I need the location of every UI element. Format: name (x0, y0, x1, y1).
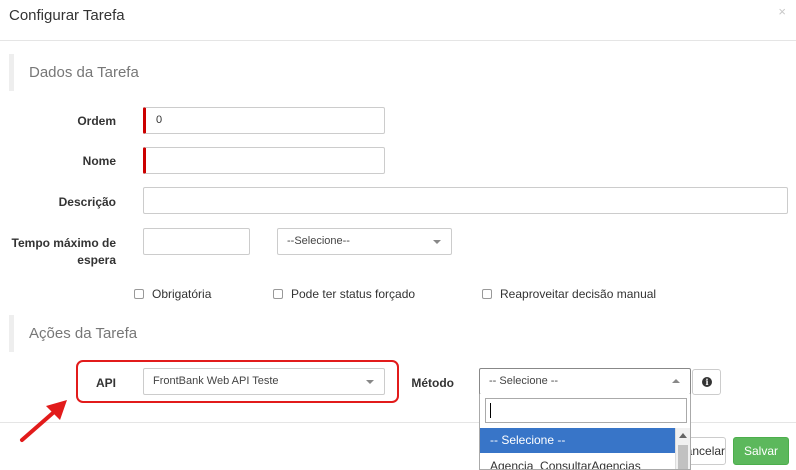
tempo-label-line1: Tempo máximo de (11, 236, 116, 250)
section-title-acoes: Ações da Tarefa (9, 315, 137, 352)
close-icon[interactable]: × (778, 4, 786, 19)
metodo-selected: -- Selecione -- (489, 375, 559, 387)
checkbox-status-forcado[interactable]: Pode ter status forçado (273, 287, 415, 301)
checkbox-label: Obrigatória (152, 287, 212, 301)
checkbox-box[interactable] (482, 289, 492, 299)
checkbox-label: Reaproveitar decisão manual (500, 287, 657, 301)
chevron-down-icon (366, 380, 374, 384)
metodo-dropdown: -- Selecione -- Agencia_ConsultarAgencia… (479, 394, 691, 470)
api-selected: FrontBank Web API Teste (153, 375, 279, 387)
checkbox-box[interactable] (273, 289, 283, 299)
descricao-input[interactable] (143, 187, 788, 214)
dropdown-option[interactable]: Agencia_ConsultarAgencias (480, 455, 676, 469)
metodo-select[interactable]: -- Selecione -- (479, 368, 691, 395)
nome-label: Nome (82, 154, 116, 168)
modal-header: Configurar Tarefa × (0, 0, 796, 41)
checkbox-box[interactable] (134, 289, 144, 299)
text-cursor (490, 403, 491, 418)
info-circle-icon: i (702, 377, 712, 387)
tempo-label: Tempo máximo de espera (6, 235, 116, 269)
scrollbar-thumb[interactable] (678, 445, 688, 469)
api-select[interactable]: FrontBank Web API Teste (143, 368, 385, 395)
tempo-input[interactable] (143, 228, 250, 255)
modal-title: Configurar Tarefa (9, 7, 125, 24)
nome-input[interactable] (143, 147, 385, 174)
checkbox-label: Pode ter status forçado (291, 287, 416, 301)
section-title-dados: Dados da Tarefa (9, 54, 139, 91)
info-button[interactable]: i (692, 369, 721, 395)
red-arrow-annotation (20, 400, 67, 442)
save-button[interactable]: Salvar (733, 437, 789, 465)
checkbox-obrigatoria[interactable]: Obrigatória (134, 287, 211, 301)
dropdown-scrollbar[interactable] (675, 428, 690, 469)
checkbox-reaproveitar-decisao[interactable]: Reaproveitar decisão manual (482, 287, 656, 301)
tempo-unit-select[interactable]: --Selecione-- (277, 228, 452, 255)
descricao-label: Descrição (58, 195, 116, 209)
ordem-input[interactable]: 0 (143, 107, 385, 134)
dropdown-option[interactable]: -- Selecione -- (480, 428, 676, 453)
api-label: API (95, 376, 116, 390)
dropdown-search-input[interactable] (485, 398, 687, 423)
chevron-up-icon (672, 379, 680, 383)
ordem-label: Ordem (77, 114, 116, 128)
scroll-up-icon[interactable] (679, 433, 687, 438)
tempo-label-line2: espera (77, 253, 116, 267)
metodo-label: Método (411, 376, 454, 390)
chevron-down-icon (433, 240, 441, 244)
tempo-unit-selected: --Selecione-- (287, 235, 350, 247)
